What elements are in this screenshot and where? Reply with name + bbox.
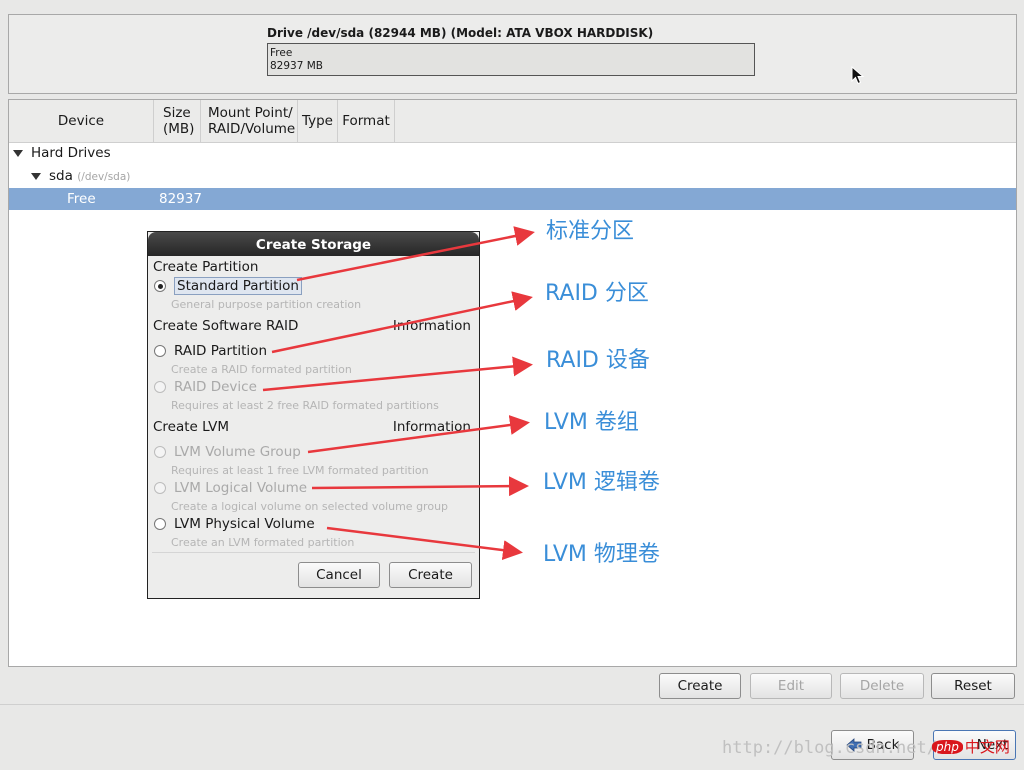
radio-icon[interactable] — [154, 518, 166, 530]
reset-button[interactable]: Reset — [931, 673, 1015, 699]
expand-triangle-icon[interactable] — [13, 149, 23, 157]
drive-usage-bar: Free 82937 MB — [267, 43, 755, 76]
lvm-information-link[interactable]: Information — [393, 419, 471, 435]
raid-information-link[interactable]: Information — [393, 318, 471, 334]
lvm-volume-group-desc: Requires at least 1 free LVM formated pa… — [171, 464, 429, 477]
section-create-raid: Create Software RAID — [153, 318, 299, 334]
footer-divider — [0, 704, 1024, 705]
standard-partition-desc: General purpose partition creation — [171, 298, 362, 311]
column-format[interactable]: Format — [338, 100, 395, 142]
raid-partition-desc: Create a RAID formated partition — [171, 363, 352, 376]
delete-button[interactable]: Delete — [840, 673, 924, 699]
drive-title: Drive /dev/sda (82944 MB) (Model: ATA VB… — [267, 26, 654, 40]
column-device[interactable]: Device — [9, 100, 154, 142]
annotation-lvm-logical-volume: LVM 逻辑卷 — [543, 470, 660, 495]
option-lvm-volume-group[interactable]: LVM Volume Group — [154, 444, 301, 460]
section-create-lvm: Create LVM — [153, 419, 230, 435]
dialog-create-button[interactable]: Create — [389, 562, 472, 588]
drive-panel: Drive /dev/sda (82944 MB) (Model: ATA VB… — [8, 14, 1017, 94]
php-text: 中文网 — [964, 738, 1010, 756]
tree-row-free[interactable]: Free 82937 — [9, 188, 1016, 210]
drive-bar-free-label: Free — [270, 47, 293, 59]
option-lvm-physical-volume[interactable]: LVM Physical Volume — [154, 516, 315, 532]
php-logo: php 中文网 — [932, 736, 1010, 757]
tree-row-sda[interactable]: sda (/dev/sda) — [9, 165, 1024, 187]
section-create-partition: Create Partition — [153, 259, 259, 275]
tree-row-hard-drives[interactable]: Hard Drives — [9, 142, 1020, 164]
dialog-separator — [152, 552, 475, 553]
column-type[interactable]: Type — [298, 100, 338, 142]
option-raid-device[interactable]: RAID Device — [154, 379, 257, 395]
watermark-url: http://blog.csdn.net/ — [722, 738, 937, 758]
annotation-standard: 标准分区 — [546, 219, 635, 244]
dialog-cancel-button[interactable]: Cancel — [298, 562, 380, 588]
radio-icon[interactable] — [154, 446, 166, 458]
annotation-raid-partition: RAID 分区 — [545, 281, 649, 306]
edit-button[interactable]: Edit — [750, 673, 832, 699]
column-mount-point[interactable]: Mount Point/ RAID/Volume — [201, 100, 298, 142]
option-lvm-logical-volume[interactable]: LVM Logical Volume — [154, 480, 307, 496]
option-raid-partition[interactable]: RAID Partition — [154, 343, 267, 359]
lvm-physical-volume-desc: Create an LVM formated partition — [171, 536, 355, 549]
column-size[interactable]: Size (MB) — [154, 100, 201, 142]
dialog-title: Create Storage — [148, 232, 479, 256]
option-standard-partition[interactable]: Standard Partition — [154, 277, 302, 295]
radio-icon[interactable] — [154, 381, 166, 393]
annotation-lvm-physical-volume: LVM 物理卷 — [543, 542, 660, 567]
radio-icon[interactable] — [154, 345, 166, 357]
table-header: Device Size (MB) Mount Point/ RAID/Volum… — [9, 100, 1016, 143]
drive-bar-free-size: 82937 MB — [270, 60, 324, 72]
create-storage-dialog: Create Storage Create Partition Standard… — [147, 231, 480, 599]
expand-triangle-icon[interactable] — [31, 172, 41, 180]
mouse-cursor-icon — [851, 66, 865, 85]
annotation-lvm-volume-group: LVM 卷组 — [544, 410, 639, 435]
php-badge: php — [932, 739, 963, 754]
annotation-raid-device: RAID 设备 — [546, 348, 650, 373]
create-button[interactable]: Create — [659, 673, 741, 699]
radio-selected-icon[interactable] — [154, 280, 166, 292]
lvm-logical-volume-desc: Create a logical volume on selected volu… — [171, 500, 449, 513]
radio-icon[interactable] — [154, 482, 166, 494]
raid-device-desc: Requires at least 2 free RAID formated p… — [171, 399, 439, 412]
